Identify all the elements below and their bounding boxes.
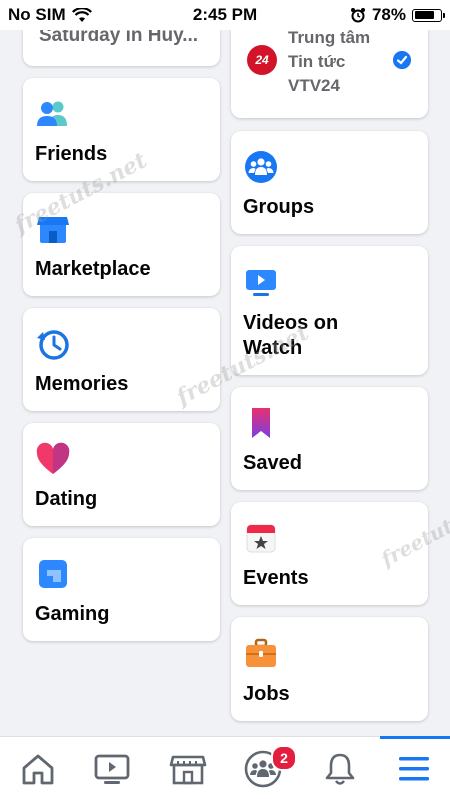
tab-home[interactable] <box>18 749 58 789</box>
verified-badge-icon <box>393 51 411 69</box>
menu-friends[interactable]: Friends <box>23 78 220 181</box>
menu-gaming[interactable]: Gaming <box>23 538 220 641</box>
news-page-title: Trung tâm Tin tức VTV24 <box>288 28 371 95</box>
friends-icon <box>37 101 67 126</box>
shortcut-news-page[interactable]: 24 Trung tâm Tin tức VTV24 <box>231 20 428 118</box>
menu-dating[interactable]: Dating <box>23 423 220 526</box>
marketplace-tab-icon <box>169 755 207 785</box>
menu-label-groups: Groups <box>243 196 315 218</box>
status-bar: No SIM 2:45 PM 78% <box>0 0 450 30</box>
battery-percent: 78% <box>371 5 406 24</box>
menu-memories[interactable]: Memories <box>23 308 220 411</box>
events-icon <box>246 524 276 553</box>
tab-watch[interactable] <box>92 749 132 789</box>
menu-label-memories: Memories <box>35 373 129 395</box>
menu-label-jobs: Jobs <box>243 683 290 705</box>
menu-events[interactable]: Events <box>231 502 428 605</box>
alarm-icon <box>350 8 365 23</box>
battery-icon <box>412 8 445 22</box>
menu-saved[interactable]: Saved <box>231 387 428 490</box>
menu-videos-on-watch[interactable]: Videos on Watch <box>231 246 428 375</box>
watch-tab-icon <box>94 754 130 784</box>
memories-icon <box>37 330 69 360</box>
jobs-icon <box>246 638 276 667</box>
watch-icon <box>246 270 276 296</box>
marketplace-icon <box>37 217 69 243</box>
menu-label-friends: Friends <box>35 143 108 165</box>
menu-jobs[interactable]: Jobs <box>231 617 428 721</box>
active-tab-indicator <box>380 736 450 739</box>
groups-notification-badge: 2 <box>271 745 297 771</box>
menu-label-marketplace: Marketplace <box>35 258 151 280</box>
menu-groups[interactable]: Groups <box>231 131 428 234</box>
bottom-tab-bar: 2 <box>0 736 450 799</box>
vtv24-logo: 24 <box>247 45 277 75</box>
status-right: 78% <box>350 5 445 25</box>
battery-level <box>414 11 434 19</box>
menu-label-events: Events <box>243 567 309 589</box>
dating-icon <box>36 442 70 474</box>
tab-notifications[interactable] <box>320 749 360 789</box>
home-icon <box>22 754 54 785</box>
gaming-icon <box>39 560 67 588</box>
menu-label-saved: Saved <box>243 452 302 474</box>
saved-icon <box>252 408 270 438</box>
tab-menu[interactable] <box>394 749 434 789</box>
menu-marketplace[interactable]: Marketplace <box>23 193 220 296</box>
menu-icon <box>399 757 429 781</box>
menu-label-dating: Dating <box>35 488 98 510</box>
notifications-icon <box>325 753 355 785</box>
groups-icon <box>245 151 277 183</box>
menu-label-gaming: Gaming <box>35 603 110 625</box>
tab-marketplace[interactable] <box>168 749 208 789</box>
menu-label-videos-on-watch: Videos on Watch <box>243 312 339 359</box>
